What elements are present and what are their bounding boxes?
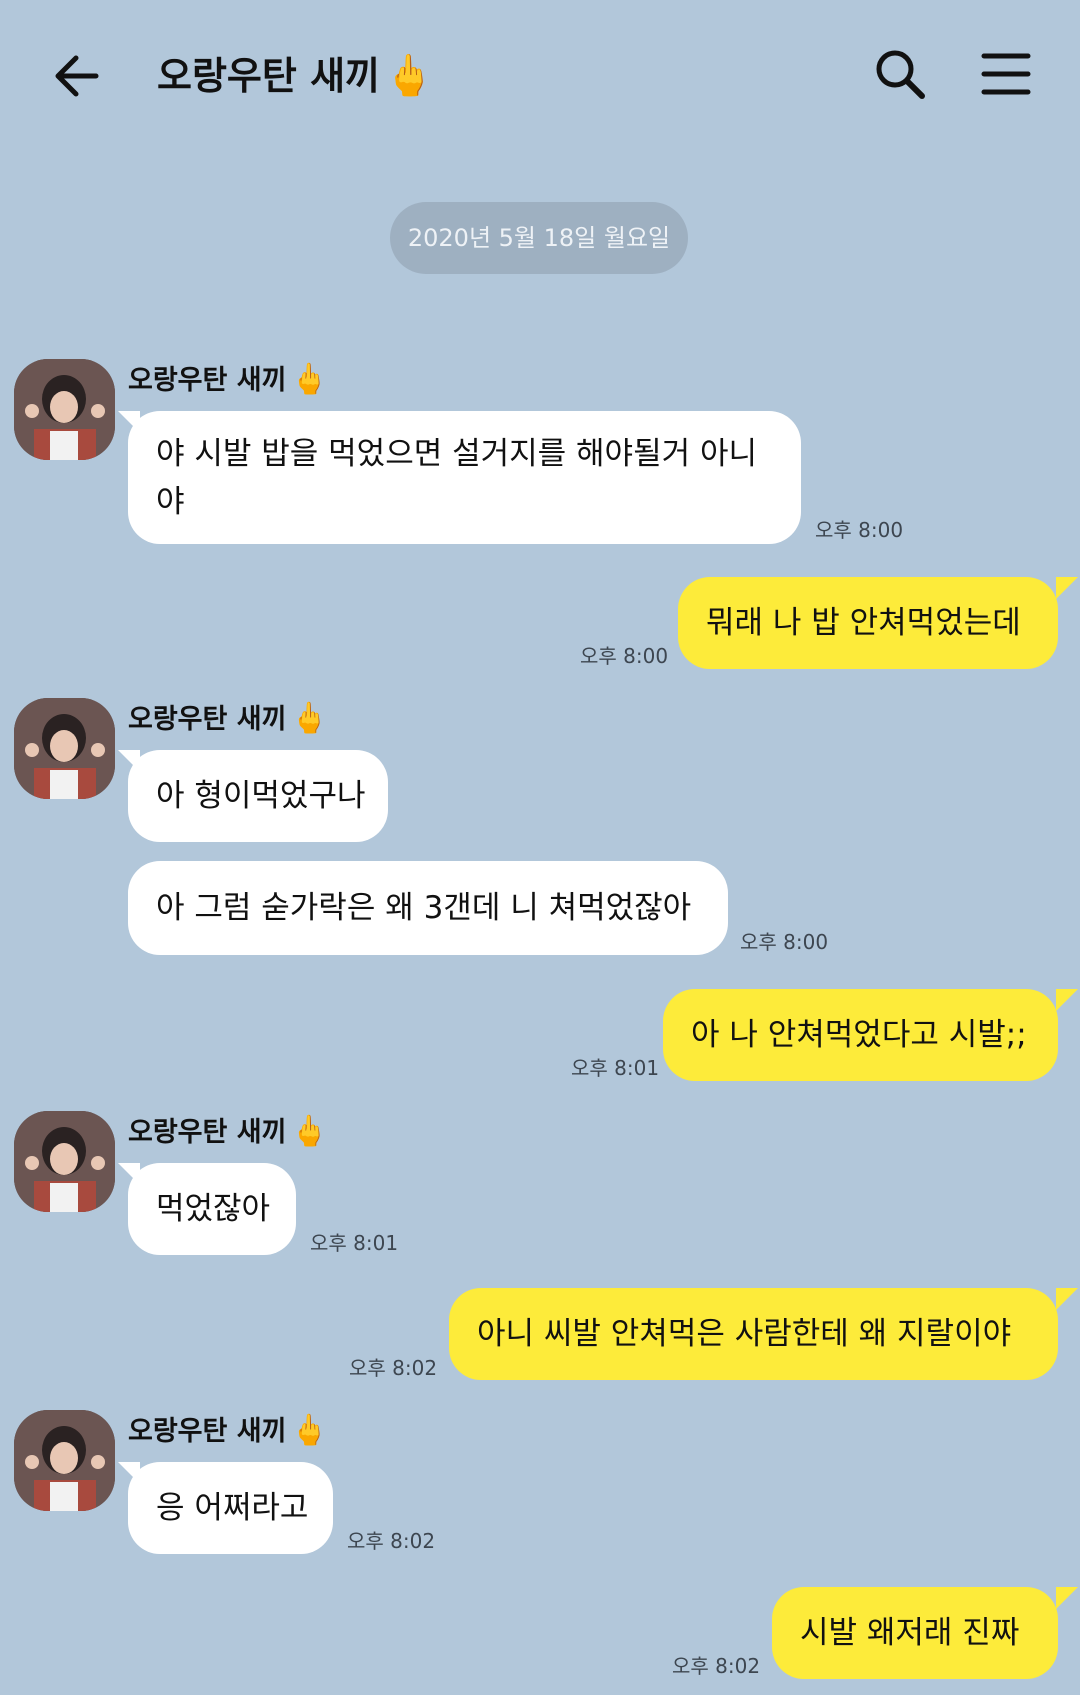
menu-button[interactable]: [980, 50, 1032, 98]
sender-name: 오랑우탄 새끼 🖕: [128, 701, 328, 736]
arrow-left-icon: [55, 55, 99, 97]
sender-name: 오랑우탄 새끼 🖕: [128, 362, 328, 397]
message-time: 오후 8:00: [580, 644, 669, 668]
date-divider: 2020년 5월 18일 월요일: [390, 202, 688, 274]
hamburger-menu-icon: [981, 53, 1031, 95]
message-time: 오후 8:01: [310, 1231, 399, 1255]
chat-title-text: 오랑우탄 새끼: [157, 54, 380, 98]
bubble-tail: [1056, 1587, 1078, 1609]
message-time: 오후 8:01: [571, 1056, 660, 1080]
message-bubble-outgoing[interactable]: 아 나 안쳐먹었다고 시발;;: [663, 989, 1058, 1081]
avatar-image: [14, 698, 115, 799]
message-bubble-incoming[interactable]: 야 시발 밥을 먹었으면 설거지를 해야될거 아니야: [128, 411, 801, 544]
chat-header: 오랑우탄 새끼 🖕: [0, 0, 1080, 150]
message-bubble-incoming[interactable]: 아 형이먹었구나: [128, 750, 388, 842]
contact-avatar[interactable]: [14, 1111, 115, 1212]
contact-avatar[interactable]: [14, 359, 115, 460]
search-icon: [876, 50, 925, 99]
sender-name: 오랑우탄 새끼 🖕: [128, 1413, 328, 1448]
message-bubble-outgoing[interactable]: 뭐래 나 밥 안쳐먹었는데: [678, 577, 1058, 669]
message-bubble-incoming[interactable]: 먹었잖아: [128, 1163, 296, 1255]
message-bubble-outgoing[interactable]: 시발 왜저래 진짜: [772, 1587, 1058, 1679]
message-time: 오후 8:00: [815, 518, 904, 542]
search-button[interactable]: [872, 46, 928, 102]
avatar-image: [14, 359, 115, 460]
contact-avatar[interactable]: [14, 1410, 115, 1511]
message-time: 오후 8:02: [349, 1356, 438, 1380]
contact-avatar[interactable]: [14, 698, 115, 799]
avatar-image: [14, 1410, 115, 1511]
sender-name: 오랑우탄 새끼 🖕: [128, 1114, 328, 1149]
message-time: 오후 8:02: [347, 1529, 436, 1553]
back-button[interactable]: [50, 48, 106, 104]
message-bubble-incoming[interactable]: 응 어쩌라고: [128, 1462, 333, 1554]
chat-title: 오랑우탄 새끼 🖕: [157, 48, 434, 104]
bubble-tail: [1056, 577, 1078, 599]
message-bubble-incoming[interactable]: 아 그럼 숟가락은 왜 3갠데 니 쳐먹었잖아: [128, 861, 728, 955]
message-bubble-outgoing[interactable]: 아니 씨발 안쳐먹은 사람한테 왜 지랄이야: [449, 1288, 1058, 1380]
bubble-tail: [1056, 1288, 1078, 1310]
avatar-image: [14, 1111, 115, 1212]
message-time: 오후 8:02: [672, 1654, 761, 1678]
middle-finger-emoji: 🖕: [384, 53, 434, 99]
bubble-tail: [1056, 989, 1078, 1011]
message-time: 오후 8:00: [740, 930, 829, 954]
